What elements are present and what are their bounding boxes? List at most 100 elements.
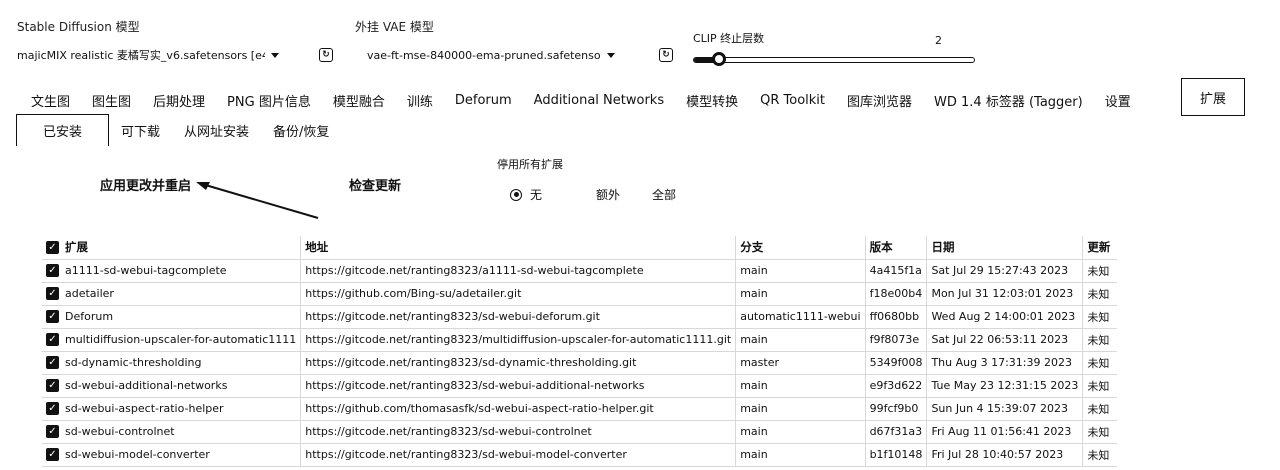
extension-branch-cell: main [735,259,866,283]
tab-txt2img[interactable]: 文生图 [20,91,81,110]
extension-name-cell: ✓ Deforum [42,305,301,329]
radio-all-label: 全部 [652,188,677,202]
table-row: ✓ multidiffusion-upscaler-for-automatic11… [42,328,1117,352]
clip-skip-value[interactable]: 2 [935,34,942,47]
extension-update-cell: 未知 [1082,328,1117,352]
extension-version-cell: 4a415f1a [864,259,927,283]
tab-png-info[interactable]: PNG 图片信息 [216,91,322,110]
tab-extensions[interactable]: 扩展 [1181,78,1245,116]
extension-version-cell: e9f3d622 [864,374,927,398]
tab-backup-restore[interactable]: 备份/恢复 [261,121,341,140]
extension-name-cell: ✓ a1111-sd-webui-tagcomplete [42,259,301,283]
extension-branch-cell: main [735,443,866,467]
extension-branch-cell: main [735,397,866,421]
extension-date-cell-text: Sun Jun 4 15:39:07 2023 [931,402,1068,415]
extension-url-cell: https://gitcode.net/ranting8323/sd-dynam… [300,351,736,375]
extension-name-cell-text: sd-webui-controlnet [65,424,175,438]
extension-date-cell: Sun Jun 4 15:39:07 2023 [926,397,1083,421]
enable-checkbox-icon[interactable]: ✓ [46,287,59,301]
extension-url-cell: https://gitcode.net/ranting8323/sd-webui… [300,374,736,398]
extension-branch-cell: main [735,328,866,352]
apply-and-restart-button[interactable]: 应用更改并重启 [100,175,191,194]
tab-additional-networks[interactable]: Additional Networks [523,93,675,108]
tab-extras[interactable]: 后期处理 [142,91,216,110]
extension-version-cell: f18e00b4 [864,282,927,306]
enable-checkbox-icon[interactable]: ✓ [46,264,59,278]
tab-image-browser[interactable]: 图库浏览器 [836,91,923,110]
tab-install-from-url[interactable]: 从网址安装 [172,121,261,140]
tab-checkpoint-merger[interactable]: 模型融合 [322,91,396,110]
sd-model-section: Stable Diffusion 模型 majicMIX realistic 麦… [17,18,333,66]
extension-url-cell-text[interactable]: https://gitcode.net/ranting8323/a1111-sd… [305,264,643,277]
tab-installed[interactable]: 已安装 [16,114,110,146]
enable-checkbox-icon[interactable]: ✓ [46,333,59,347]
extension-date-cell-text: Fri Jul 28 10:40:57 2023 [931,448,1064,461]
extension-date-cell: Fri Aug 11 01:56:41 2023 [926,420,1083,444]
extension-url-cell-text[interactable]: https://github.com/Bing-su/adetailer.git [305,287,521,300]
enable-checkbox-icon[interactable]: ✓ [46,448,59,462]
enable-checkbox-icon[interactable]: ✓ [46,356,59,370]
tab-model-converter[interactable]: 模型转换 [675,91,749,110]
enable-checkbox-icon[interactable]: ✓ [46,379,59,393]
enable-checkbox-icon[interactable]: ✓ [46,402,59,416]
check-for-updates-button[interactable]: 检查更新 [349,175,401,194]
extension-url-cell: https://gitcode.net/ranting8323/sd-webui… [300,443,736,467]
extension-update-cell: 未知 [1082,305,1117,329]
enable-checkbox-icon[interactable]: ✓ [46,425,59,439]
radio-none[interactable]: 无 [510,186,542,203]
tab-train[interactable]: 训练 [396,91,444,110]
vae-model-dropdown[interactable]: vae-ft-mse-840000-ema-pruned.safetensors [355,44,619,66]
extension-url-cell-text[interactable]: https://gitcode.net/ranting8323/sd-webui… [305,379,644,392]
radio-extra[interactable]: 额外 [596,186,620,203]
radio-all[interactable]: 全部 [652,186,676,203]
tab-settings[interactable]: 设置 [1094,91,1142,110]
tab-available[interactable]: 可下载 [109,121,172,140]
disable-all-radio-group: 无 额外 全部 [510,186,710,203]
extension-name-cell: ✓ sd-webui-additional-networks [42,374,301,398]
extensions-table: ✓ 扩展 地址 分支 版本 日期 更新 ✓ a1111-sd-webui-tagco… [42,236,1117,467]
extension-url-cell-text[interactable]: https://gitcode.net/ranting8323/sd-dynam… [305,356,636,369]
select-all-checkbox-icon[interactable]: ✓ [46,241,59,255]
clip-skip-slider[interactable] [693,52,975,66]
extension-branch-cell-text: main [740,402,768,415]
table-row: ✓ sd-webui-controlnet https://gitcode.net/… [42,420,1117,444]
extension-date-cell: Mon Jul 31 12:03:01 2023 [926,282,1083,306]
radio-selected-icon[interactable] [510,188,522,201]
extension-branch-cell-text: main [740,425,768,438]
extension-version-cell-text: 4a415f1a [869,264,922,277]
slider-thumb[interactable] [712,52,727,66]
header-extension: ✓ 扩展 [42,236,301,260]
extension-update-cell: 未知 [1082,443,1117,467]
radio-none-label: 无 [530,188,543,202]
extension-update-cell-text: 未知 [1087,264,1110,278]
tab-tagger[interactable]: WD 1.4 标签器 (Tagger) [923,91,1094,110]
extension-update-cell: 未知 [1082,374,1117,398]
extension-name-cell-text: multidiffusion-upscaler-for-automatic111… [65,332,297,346]
extension-url-cell: https://github.com/thomasasfk/sd-webui-a… [300,397,736,421]
extension-url-cell-text[interactable]: https://gitcode.net/ranting8323/sd-webui… [305,448,627,461]
extension-url-cell: https://gitcode.net/ranting8323/multidif… [300,328,736,352]
extension-update-cell-text: 未知 [1087,448,1110,462]
extension-date-cell: Sat Jul 22 06:53:11 2023 [926,328,1083,352]
table-row: ✓ a1111-sd-webui-tagcomplete https://gitco… [42,259,1117,283]
extension-update-cell-text: 未知 [1087,379,1110,393]
tab-img2img[interactable]: 图生图 [81,91,142,110]
extension-url-cell-text[interactable]: https://gitcode.net/ranting8323/sd-webui… [305,310,600,323]
extension-url-cell-text[interactable]: https://gitcode.net/ranting8323/multidif… [305,333,731,346]
enable-checkbox-icon[interactable]: ✓ [46,310,59,324]
sd-model-dropdown[interactable]: majicMIX realistic 麦橘写实_v6.safetensors [… [17,44,279,66]
refresh-icon[interactable]: ↻ [319,48,333,62]
extension-name-cell: ✓ multidiffusion-upscaler-for-automatic11… [42,328,301,352]
extension-version-cell: 99fcf9b0 [864,397,927,421]
extension-name-cell: ✓ sd-webui-controlnet [42,420,301,444]
vae-model-value: vae-ft-mse-840000-ema-pruned.safetensors [367,48,601,62]
tab-qr-toolkit[interactable]: QR Toolkit [749,93,836,108]
extension-url-cell-text[interactable]: https://github.com/thomasasfk/sd-webui-a… [305,402,653,415]
extension-branch-cell-text: main [740,448,768,461]
sd-model-value: majicMIX realistic 麦橘写实_v6.safetensors [… [17,49,265,62]
tab-deforum[interactable]: Deforum [444,93,523,108]
extension-url-cell-text[interactable]: https://gitcode.net/ranting8323/sd-webui… [305,425,591,438]
refresh-icon[interactable]: ↻ [659,48,673,62]
extension-version-cell-text: f18e00b4 [869,287,923,300]
extension-branch-cell-text: main [740,287,768,300]
